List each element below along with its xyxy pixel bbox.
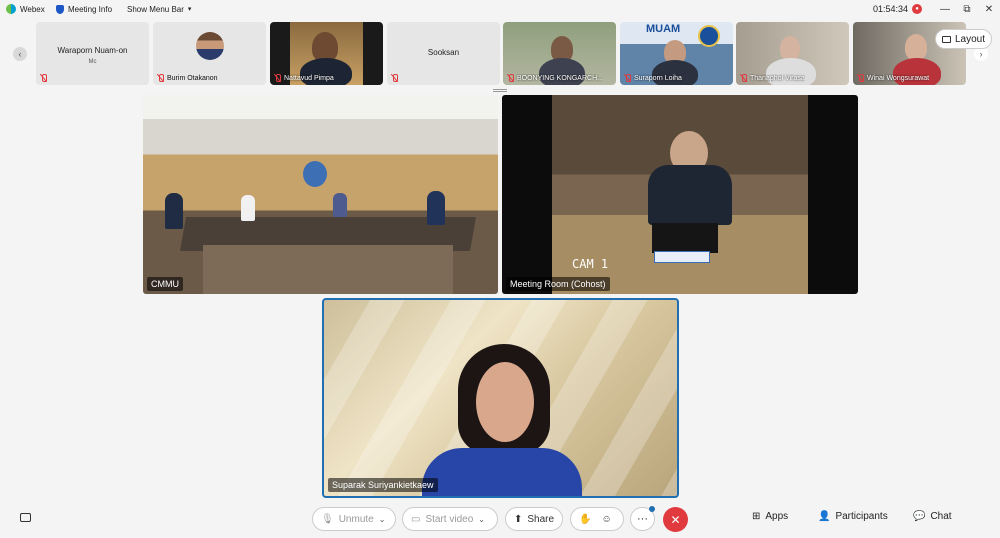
participant-figure — [165, 193, 183, 229]
chat-icon: 💬 — [913, 511, 926, 522]
meeting-info-button[interactable]: Meeting Info — [56, 4, 113, 14]
participant-figure — [648, 165, 732, 225]
filmstrip-next-button[interactable]: › — [974, 47, 988, 61]
video-tile-label: Suparak Suriyankietkaew — [328, 478, 438, 492]
participant-video — [780, 36, 800, 60]
minimize-button[interactable]: — — [934, 4, 956, 15]
muam-logo-text: MUAM — [646, 23, 681, 35]
university-seal-icon — [698, 25, 720, 47]
participant-name: Waraporn Nuam-on — [57, 46, 128, 55]
participant-role: Mc — [88, 59, 97, 65]
mic-muted-icon — [274, 74, 281, 82]
chat-button[interactable]: 💬 Chat — [913, 511, 952, 522]
participant-figure — [427, 191, 445, 225]
camera-overlay-text: CAM 1 — [572, 257, 609, 271]
participant-tile[interactable]: Burim Otakanon — [153, 22, 266, 85]
avatar — [196, 32, 224, 60]
captions-icon[interactable] — [20, 513, 31, 522]
participant-name: Sooksan — [427, 48, 460, 57]
meeting-timer: 01:54:34 — [872, 4, 908, 14]
unmute-button[interactable]: 🎙 Unmute ⌄ — [312, 507, 396, 531]
filmstrip-prev-button[interactable]: ‹ — [13, 47, 27, 61]
chevron-down-icon[interactable]: ⌄ — [379, 515, 386, 524]
app-name: Webex — [20, 4, 45, 14]
meeting-info-label: Meeting Info — [68, 4, 113, 14]
webex-logo-icon — [6, 4, 16, 14]
name-plate — [654, 251, 710, 263]
restore-button[interactable]: ⧉ — [956, 4, 978, 15]
layout-label: Layout — [954, 33, 986, 45]
participant-tile[interactable]: Nattavud Pimpa — [270, 22, 383, 85]
unmute-label: Unmute — [338, 513, 374, 525]
end-meeting-button[interactable]: ✕ — [663, 507, 688, 532]
mic-muted-icon — [157, 74, 164, 82]
microphone-muted-icon: 🎙 — [321, 513, 334, 525]
chat-label: Chat — [930, 511, 952, 522]
shield-icon — [56, 4, 64, 14]
participant-name: Suraporn Loiha — [634, 74, 682, 82]
participants-icon: 👤 — [818, 511, 831, 522]
recording-icon: ● — [912, 4, 922, 14]
ceiling — [143, 95, 498, 119]
title-bar: Webex Meeting Info Show Menu Bar ▾ 01:54… — [0, 0, 1000, 18]
emoji-reaction-icon[interactable]: ☺ — [601, 514, 611, 525]
speaker-face — [476, 362, 534, 442]
notification-dot — [649, 506, 655, 512]
reactions-group: ✋ ☺ — [570, 507, 624, 531]
mic-muted-icon — [507, 74, 514, 82]
video-feed: CAM 1 — [552, 95, 808, 294]
speaker-jacket — [422, 448, 582, 496]
participant-name: Thanaphol Virasa — [750, 74, 805, 82]
chevron-down-icon[interactable]: ⌄ — [478, 515, 485, 524]
participant-name: Winai Wongsurawat — [867, 74, 930, 82]
video-tile-cmmu[interactable]: CMMU — [143, 95, 498, 294]
participant-figure — [333, 193, 347, 217]
wall-emblem-icon — [303, 161, 327, 187]
participant-name: BOONYING KONGARCH... — [517, 74, 603, 82]
floor — [203, 245, 453, 294]
mic-muted-icon — [624, 74, 631, 82]
mic-muted-icon — [740, 74, 747, 82]
participant-tile[interactable]: Waraporn Nuam-on Mc — [36, 22, 149, 85]
video-tile-meeting-room[interactable]: CAM 1 Meeting Room (Cohost) — [502, 95, 858, 294]
filmstrip-resize-handle[interactable] — [493, 89, 507, 92]
start-video-button[interactable]: ▭ Start video ⌄ — [402, 507, 498, 531]
share-button[interactable]: ⬆ Share — [505, 507, 563, 531]
show-menu-bar-label: Show Menu Bar — [127, 4, 184, 14]
participants-button[interactable]: 👤 Participants — [818, 511, 888, 522]
participant-figure — [241, 195, 255, 221]
video-off-icon: ▭ — [411, 513, 421, 525]
share-icon: ⬆ — [514, 513, 523, 525]
participant-name: Burim Otakanon — [167, 74, 218, 82]
participant-video — [905, 34, 927, 60]
laptop — [652, 223, 718, 253]
video-tile-label: CMMU — [147, 277, 183, 291]
participant-tile[interactable]: Thanaphol Virasa — [736, 22, 849, 85]
show-menu-bar-button[interactable]: Show Menu Bar ▾ — [127, 5, 191, 14]
app-title: Webex — [6, 4, 45, 14]
apps-label: Apps — [765, 511, 789, 522]
apps-icon: ⊞ — [752, 511, 761, 522]
participant-tile[interactable]: MUAM Suraporn Loiha — [620, 22, 733, 85]
raise-hand-icon[interactable]: ✋ — [579, 514, 591, 525]
participant-tile[interactable]: BOONYING KONGARCH... — [503, 22, 616, 85]
apps-button[interactable]: ⊞ Apps — [752, 511, 788, 522]
participant-tile[interactable]: Sooksan — [387, 22, 500, 85]
participants-label: Participants — [835, 511, 888, 522]
chevron-down-icon: ▾ — [187, 6, 192, 13]
layout-button[interactable]: Layout — [935, 29, 992, 49]
layout-icon — [941, 35, 951, 43]
mic-muted-icon — [391, 74, 398, 82]
share-label: Share — [527, 513, 555, 525]
active-speaker-video[interactable]: Suparak Suriyankietkaew — [322, 298, 679, 498]
video-tile-label: Meeting Room (Cohost) — [506, 277, 610, 291]
close-window-button[interactable]: ✕ — [978, 4, 1000, 15]
start-video-label: Start video — [425, 513, 474, 525]
participant-name: Nattavud Pimpa — [284, 74, 334, 82]
mic-muted-icon — [40, 74, 47, 82]
mic-muted-icon — [857, 74, 864, 82]
